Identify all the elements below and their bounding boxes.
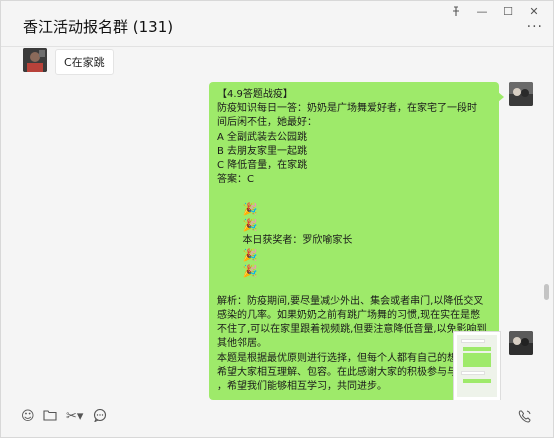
minimize-button[interactable]: — <box>469 3 495 19</box>
avatar-image <box>509 331 533 355</box>
message-list[interactable]: C在家跳 【4.9答题战疫】 防疫知识每日一答：奶奶是广场舞爱好者，在家宅了一段… <box>1 48 553 400</box>
message-line: 【4.9答题战疫】 <box>217 89 293 100</box>
close-button[interactable]: ✕ <box>521 3 547 19</box>
pin-icon[interactable] <box>443 3 469 19</box>
party-popper-icon: 🎉 <box>242 201 258 216</box>
chat-window: 香江活动报名群 (131) — ☐ ✕ ··· C在家跳 【4.9答题战疫】 防… <box>0 0 554 438</box>
message-line: 防疫知识每日一答：奶奶是广场舞爱好者，在家宅了一段时 <box>217 103 477 115</box>
message-line: A 全副武装去公园跳 <box>217 131 308 143</box>
thumb-line <box>461 371 485 375</box>
image-message[interactable] <box>453 331 501 400</box>
message-line: 本题是根据最优原则进行选择，但每个人都有自己的想法， <box>217 352 477 364</box>
emoji-icon[interactable]: ☺ <box>21 409 35 424</box>
message-line: 解析：防疫期间,要尽量减少外出、集会或者串门,以降低交叉 <box>217 295 484 307</box>
party-popper-icon: 🎉 <box>242 264 258 279</box>
folder-icon-graphic <box>43 410 57 421</box>
bubble-arrow <box>498 92 504 102</box>
thumb-line <box>463 347 491 351</box>
chat-icon-graphic <box>93 408 107 423</box>
message-line: 不住了,可以在家里跟着视频跳,但要注意降低音量,以免影响到 <box>217 324 487 336</box>
party-popper-icon: 🎉 <box>242 217 258 232</box>
more-options-button[interactable]: ··· <box>527 19 543 35</box>
maximize-button[interactable]: ☐ <box>495 3 521 19</box>
chat-title: 香江活动报名群 (131) <box>23 18 174 36</box>
winner-line: 🎉 🎉 本日获奖者：罗欣喻家长 🎉 🎉 <box>217 187 491 294</box>
message-line: 间后闲不住，她最好： <box>217 117 317 129</box>
avatar-image <box>23 48 47 72</box>
image-thumbnail <box>457 335 497 397</box>
pin-icon-graphic <box>453 5 459 16</box>
message-line: 感染的几率。如果奶奶之前有跳广场舞的习惯,现在实在是憋 <box>217 310 481 322</box>
thumb-line <box>463 379 491 383</box>
winner-text: 本日获奖者：罗欣喻家长 <box>242 235 353 247</box>
thumb-line <box>463 353 491 367</box>
avatar[interactable] <box>509 82 533 106</box>
message-line: ，希望我们能够相互学习，共同进步。 <box>217 381 387 393</box>
avatar[interactable] <box>509 331 533 355</box>
message-line: 其他邻居。 <box>217 338 267 350</box>
call-icon-graphic <box>518 410 531 423</box>
message-bubble-received[interactable]: C在家跳 <box>55 49 114 75</box>
scissors-icon[interactable]: ✂▾ <box>66 409 83 424</box>
thumb-line <box>461 339 485 343</box>
avatar-image <box>509 82 533 106</box>
window-controls: — ☐ ✕ <box>443 3 547 19</box>
chat-history-icon[interactable] <box>93 408 107 426</box>
folder-icon[interactable] <box>43 409 57 425</box>
avatar[interactable] <box>23 48 47 72</box>
scrollbar-thumb[interactable] <box>544 284 549 300</box>
title-bar: 香江活动报名群 (131) — ☐ ✕ ··· <box>1 1 553 47</box>
call-icon[interactable] <box>517 409 533 427</box>
message-line: C 降低音量，在家跳 <box>217 160 308 172</box>
message-line: B 去朋友家里一起跳 <box>217 145 308 157</box>
input-toolbar: ☺ ✂▾ <box>1 401 553 437</box>
message-line: 答案：C <box>217 174 254 186</box>
message-line: 希望大家相互理解、包容。在此感谢大家的积极参与与发言 <box>217 366 477 378</box>
party-popper-icon: 🎉 <box>242 248 258 263</box>
